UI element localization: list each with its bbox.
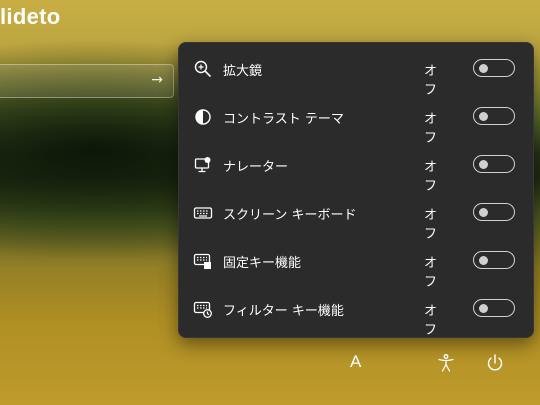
magnifier-toggle[interactable] [473, 59, 515, 77]
toggle-knob [479, 63, 488, 73]
accessibility-item-label: スクリーン キーボード [223, 208, 357, 223]
accessibility-item-magnifier[interactable]: 拡大鏡 オフ [179, 45, 533, 98]
filter-keys-toggle[interactable] [473, 299, 515, 317]
toggle-knob [479, 303, 488, 313]
accessibility-item-label: ナレーター [223, 160, 289, 175]
accessibility-item-label: フィルター キー機能 [223, 304, 344, 319]
contrast-icon [195, 109, 211, 125]
narrator-icon [194, 157, 211, 173]
magnifier-icon [194, 60, 211, 77]
input-indicator[interactable]: A [350, 352, 361, 372]
accessibility-item-label: 固定キー機能 [223, 256, 302, 271]
toggle-knob [479, 111, 488, 121]
narrator-toggle[interactable] [473, 155, 515, 173]
power-icon[interactable] [485, 353, 505, 373]
toggle-knob [479, 255, 488, 265]
password-field[interactable]: → [0, 64, 174, 98]
accessibility-item-label: コントラスト テーマ [223, 112, 344, 127]
keyboard-icon [193, 207, 213, 219]
user-name: lideto [0, 4, 61, 29]
accessibility-item-narrator[interactable]: ナレーター オフ [179, 141, 533, 194]
filter-keys-icon [193, 301, 212, 318]
toggle-knob [479, 207, 488, 217]
accessibility-item-state: オフ [423, 304, 437, 338]
accessibility-item-sticky-keys[interactable]: 固定キー機能 オフ [179, 237, 533, 290]
sticky-keys-icon [193, 253, 211, 269]
sticky-keys-toggle[interactable] [473, 251, 515, 269]
accessibility-item-label: 拡大鏡 [223, 64, 263, 79]
accessibility-icon[interactable] [436, 353, 456, 373]
accessibility-item-onscreen-keyboard[interactable]: スクリーン キーボード オフ [179, 189, 533, 242]
accessibility-panel: 拡大鏡 オフ コントラスト テーマ オフ ナレーター オフ スクリーン キーボー… [178, 42, 534, 338]
arrow-right-icon[interactable]: → [151, 72, 163, 88]
onscreen-keyboard-toggle[interactable] [473, 203, 515, 221]
accessibility-item-contrast[interactable]: コントラスト テーマ オフ [179, 93, 533, 146]
accessibility-item-filter-keys[interactable]: フィルター キー機能 オフ [179, 285, 533, 338]
contrast-toggle[interactable] [473, 107, 515, 125]
toggle-knob [479, 159, 488, 169]
